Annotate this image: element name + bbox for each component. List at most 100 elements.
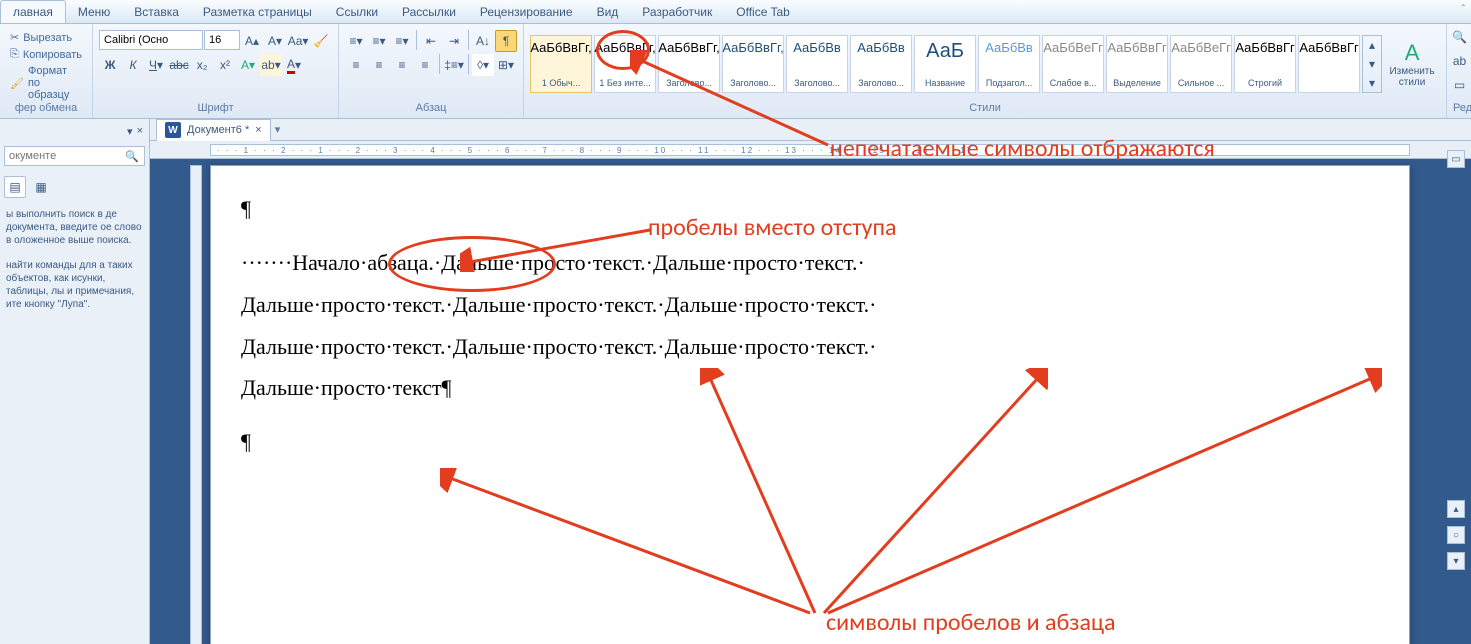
tab-mailings[interactable]: Рассылки	[390, 1, 468, 23]
cut-button[interactable]: ✂Вырезать	[6, 30, 86, 45]
para-mark-2: ¶	[241, 429, 1379, 455]
ruler-toggle-icon[interactable]: ▭	[1447, 150, 1465, 168]
style-item[interactable]: АаБбВеГгСильное ...	[1170, 35, 1232, 93]
separator	[416, 30, 417, 50]
font-size-select[interactable]	[204, 30, 240, 50]
style-name-label: Слабое в...	[1045, 78, 1101, 88]
group-editing-label: Ред	[1453, 102, 1466, 116]
align-right-button[interactable]: ≡	[391, 54, 413, 76]
nav-close-icon[interactable]: ×	[137, 125, 143, 138]
font-color-button[interactable]: A▾	[283, 54, 305, 76]
para-mark: ¶	[241, 196, 1379, 222]
copy-button[interactable]: ⎘Копировать	[6, 47, 86, 62]
show-hide-paragraph-button[interactable]: ¶	[495, 30, 517, 52]
subscript-button[interactable]: x₂	[191, 54, 213, 76]
style-item[interactable]: АаБбВв Подзагол...	[978, 35, 1040, 93]
replace-button[interactable]: ab	[1449, 50, 1471, 72]
style-item[interactable]: АаБбВвГг,Заголово...	[722, 35, 784, 93]
style-name-label: Подзагол...	[981, 78, 1037, 88]
style-preview: АаБбВвГг,	[530, 40, 591, 55]
vertical-ruler[interactable]	[190, 165, 202, 644]
group-clipboard: ✂Вырезать ⎘Копировать 🖌Формат по образцу…	[0, 24, 93, 118]
text-line-2: Дальше·просто·текст.·Дальше·просто·текст…	[241, 284, 1379, 326]
tab-close-icon[interactable]: ×	[255, 124, 261, 136]
style-item[interactable]: АаБбВеГгСлабое в...	[1042, 35, 1104, 93]
highlight-button[interactable]: ab▾	[260, 54, 282, 76]
styles-expand[interactable]: ▾	[1365, 75, 1379, 91]
style-item[interactable]: АаБбВвГг,Заголово...	[658, 35, 720, 93]
tab-office-tab[interactable]: Office Tab	[724, 1, 802, 23]
format-painter-button[interactable]: 🖌Формат по образцу	[6, 64, 86, 102]
document-tab[interactable]: W Документ6 * ×	[156, 119, 271, 141]
line-spacing-button[interactable]: ‡≡▾	[443, 54, 465, 76]
justify-button[interactable]: ≡	[414, 54, 436, 76]
search-icon[interactable]: 🔍	[125, 150, 139, 163]
style-item[interactable]: АаБНазвание	[914, 35, 976, 93]
align-center-button[interactable]: ≡	[368, 54, 390, 76]
style-preview: АаБбВв	[985, 40, 1033, 55]
style-item[interactable]: АаБбВвЗаголово...	[786, 35, 848, 93]
text-effects-button[interactable]: A▾	[237, 54, 259, 76]
styles-scroll-up[interactable]: ▴	[1365, 37, 1379, 53]
tab-page-layout[interactable]: Разметка страницы	[191, 1, 324, 23]
change-case-button[interactable]: Aa▾	[287, 30, 309, 52]
nav-dropdown-icon[interactable]: ▾	[127, 125, 133, 138]
nav-help-2: найти команды для а таких объектов, как …	[4, 253, 145, 317]
bold-button[interactable]: Ж	[99, 54, 121, 76]
select-button[interactable]: ▭	[1449, 74, 1471, 96]
find-button[interactable]: 🔍	[1449, 26, 1471, 48]
ribbon-minimize-icon[interactable]: ˆ	[1462, 4, 1465, 15]
multilevel-button[interactable]: ≡▾	[391, 30, 413, 52]
borders-button[interactable]: ⊞▾	[495, 54, 517, 76]
tab-home[interactable]: лавная	[0, 0, 66, 23]
page-container: ¶ ·······Начало·абзаца.·Дальше·просто·те…	[150, 159, 1471, 644]
tab-references[interactable]: Ссылки	[324, 1, 390, 23]
font-name-select[interactable]	[99, 30, 203, 50]
style-item[interactable]: АаБбВвГг,1 Обыч...	[530, 35, 592, 93]
strikethrough-button[interactable]: abc	[168, 54, 190, 76]
shrink-font-button[interactable]: A▾	[264, 30, 286, 52]
style-item[interactable]: АаБбВвГгСтрогий	[1234, 35, 1296, 93]
scrollbar-buttons: ▴ ○ ▾	[1447, 500, 1469, 570]
tab-menu[interactable]: Меню	[66, 1, 122, 23]
clipboard-buttons: ✂Вырезать ⎘Копировать 🖌Формат по образцу	[6, 26, 86, 102]
italic-button[interactable]: К	[122, 54, 144, 76]
tab-review[interactable]: Рецензирование	[468, 1, 585, 23]
style-item[interactable]: АаБбВвГг	[1298, 35, 1360, 93]
superscript-button[interactable]: x²	[214, 54, 236, 76]
tab-insert[interactable]: Вставка	[122, 1, 191, 23]
grow-font-button[interactable]: A▴	[241, 30, 263, 52]
change-styles-button[interactable]: A Изменить стили	[1384, 36, 1440, 92]
underline-button[interactable]: Ч▾	[145, 54, 167, 76]
scroll-up-icon[interactable]: ▴	[1447, 500, 1465, 518]
style-item[interactable]: АаБбВвГг,1 Без инте...	[594, 35, 656, 93]
tab-developer[interactable]: Разработчик	[630, 1, 724, 23]
clear-formatting-button[interactable]: 🧹	[310, 30, 332, 52]
style-preview: АаБбВвГг,	[594, 40, 655, 55]
nav-headings-icon[interactable]: ▤	[4, 176, 26, 198]
styles-scroll-down[interactable]: ▾	[1365, 56, 1379, 72]
tab-options-icon[interactable]: ▾	[275, 123, 281, 136]
decrease-indent-button[interactable]: ⇤	[420, 30, 442, 52]
style-item[interactable]: АаБбВвЗаголово...	[850, 35, 912, 93]
tab-view[interactable]: Вид	[585, 1, 631, 23]
align-left-button[interactable]: ≡	[345, 54, 367, 76]
scroll-down-icon[interactable]: ▾	[1447, 552, 1465, 570]
numbering-button[interactable]: ≡▾	[368, 30, 390, 52]
group-font: A▴ A▾ Aa▾ 🧹 Ж К Ч▾ abc x₂ x² A▾ ab▾ A▾ Ш…	[93, 24, 339, 118]
horizontal-ruler[interactable]: · · · 1 · · · 2 · · · 1 · · · 2 · · · 3 …	[150, 141, 1471, 159]
navigation-panel: ▾ × 🔍 ▤ ▦ ы выполнить поиск в де докумен…	[0, 119, 150, 644]
style-item[interactable]: АаБбВвГгВыделение	[1106, 35, 1168, 93]
style-name-label: Выделение	[1109, 78, 1165, 88]
nav-pages-icon[interactable]: ▦	[30, 176, 52, 198]
group-styles: АаБбВвГг,1 Обыч...АаБбВвГг,1 Без инте...…	[524, 24, 1447, 118]
group-clipboard-label: фер обмена	[6, 102, 86, 116]
nav-search-input[interactable]	[4, 146, 145, 166]
browse-object-icon[interactable]: ○	[1447, 526, 1465, 544]
bullets-button[interactable]: ≡▾	[345, 30, 367, 52]
styles-gallery[interactable]: АаБбВвГг,1 Обыч...АаБбВвГг,1 Без инте...…	[530, 35, 1360, 93]
shading-button[interactable]: ◊▾	[472, 54, 494, 76]
increase-indent-button[interactable]: ⇥	[443, 30, 465, 52]
document-page[interactable]: ¶ ·······Начало·абзаца.·Дальше·просто·те…	[210, 165, 1410, 644]
sort-button[interactable]: A↓	[472, 30, 494, 52]
